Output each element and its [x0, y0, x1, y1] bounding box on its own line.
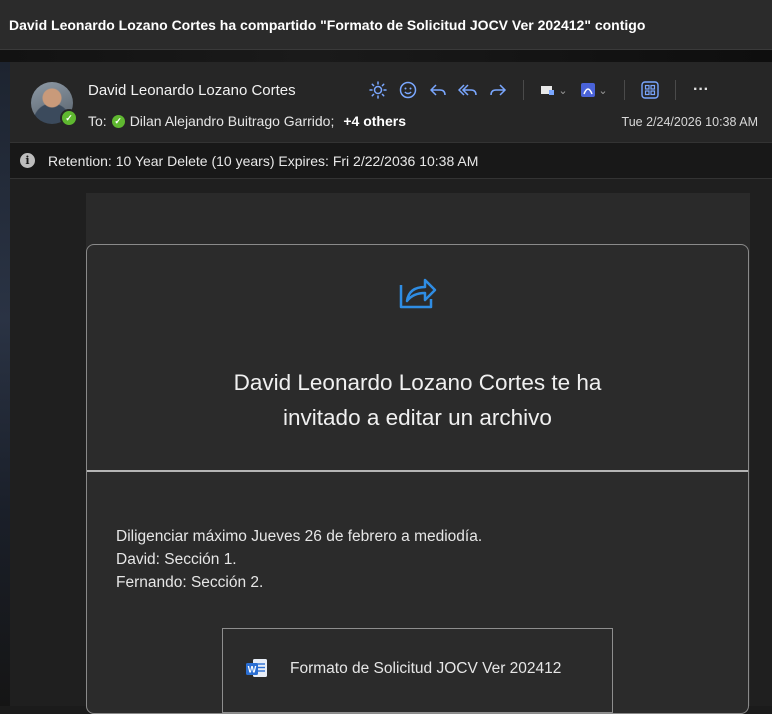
- message-line: Fernando: Sección 2.: [116, 574, 264, 591]
- card-divider: [87, 470, 748, 472]
- more-icon[interactable]: ···: [688, 77, 714, 103]
- retention-banner: i Retention: 10 Year Delete (10 years) E…: [10, 142, 772, 179]
- recipient-name[interactable]: Dilan Alejandro Buitrago Garrido;: [130, 113, 335, 129]
- email-header: ✓ David Leonardo Lozano Cortes To: ✓ Dil…: [10, 62, 772, 142]
- other-recipients-link[interactable]: +4 others: [343, 113, 406, 129]
- word-document-icon: W: [246, 659, 267, 677]
- share-icon: [399, 278, 437, 309]
- reply-icon[interactable]: [425, 77, 451, 103]
- sent-date: Tue 2/24/2026 10:38 AM: [621, 115, 758, 129]
- desktop-edge: [0, 62, 10, 706]
- chevron-down-icon: ⌄: [558, 84, 568, 97]
- recipient-presence-icon: ✓: [111, 114, 125, 128]
- invite-title: David Leonardo Lozano Cortes te ha invit…: [86, 365, 749, 435]
- info-icon: i: [20, 153, 35, 168]
- invite-title-line: David Leonardo Lozano Cortes te ha: [233, 370, 602, 395]
- message-line: Diligenciar máximo Jueves 26 de febrero …: [116, 528, 483, 545]
- window-background-strip: [0, 50, 772, 62]
- reply-all-icon[interactable]: [455, 77, 481, 103]
- toolbar-separator: [624, 80, 625, 100]
- retention-text: Retention: 10 Year Delete (10 years) Exp…: [48, 152, 479, 169]
- apps-icon[interactable]: [637, 77, 663, 103]
- email-subject: David Leonardo Lozano Cortes ha comparti…: [0, 0, 772, 50]
- forward-icon[interactable]: [485, 77, 511, 103]
- invite-title-line: invitado a editar un archivo: [283, 405, 552, 430]
- recipients-line: To: ✓ Dilan Alejandro Buitrago Garrido; …: [88, 113, 406, 129]
- emoji-icon[interactable]: [395, 77, 421, 103]
- chevron-down-icon: ⌄: [598, 84, 608, 97]
- presence-available-icon: ✓: [60, 109, 78, 127]
- sun-icon[interactable]: [365, 77, 391, 103]
- svg-text:W: W: [248, 665, 257, 675]
- share-message: Diligenciar máximo Jueves 26 de febrero …: [116, 525, 482, 594]
- to-label: To:: [88, 113, 107, 129]
- message-toolbar: ⌄ ⌄ ···: [365, 76, 714, 104]
- sender-name[interactable]: David Leonardo Lozano Cortes: [88, 82, 296, 99]
- message-line: David: Sección 1.: [116, 551, 237, 568]
- toolbar-separator: [675, 80, 676, 100]
- toolbar-separator: [523, 80, 524, 100]
- tag-icon[interactable]: ⌄: [536, 77, 572, 103]
- pdf-icon[interactable]: ⌄: [576, 77, 612, 103]
- file-name-link[interactable]: Formato de Solicitud JOCV Ver 202412: [290, 660, 561, 678]
